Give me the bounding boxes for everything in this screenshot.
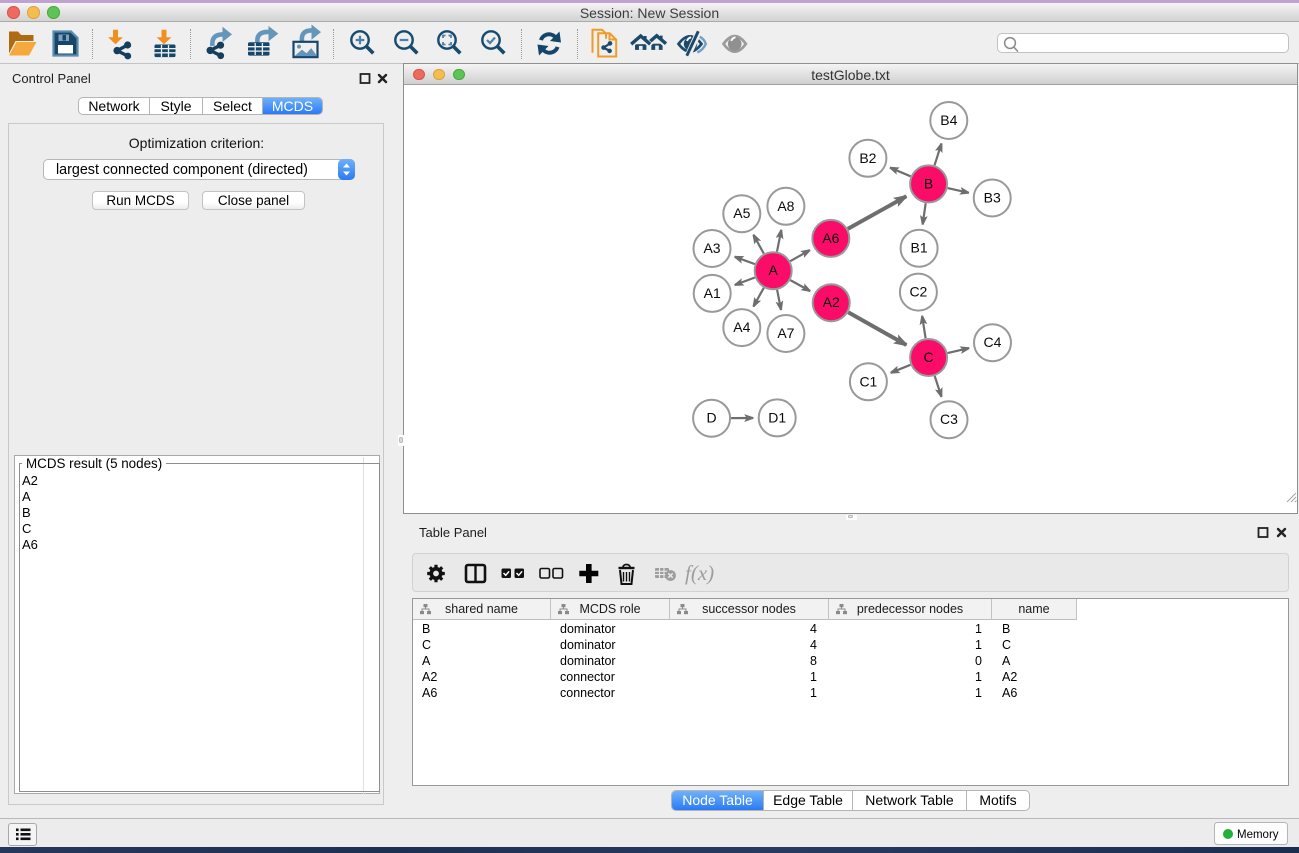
svg-text:C: C bbox=[924, 349, 934, 365]
svg-text:B: B bbox=[924, 175, 933, 191]
svg-text:B3: B3 bbox=[984, 190, 1001, 206]
svg-text:A5: A5 bbox=[733, 205, 750, 221]
svg-text:A8: A8 bbox=[777, 198, 794, 214]
svg-text:B2: B2 bbox=[859, 150, 876, 166]
svg-text:B1: B1 bbox=[911, 240, 928, 256]
svg-text:f(x): f(x) bbox=[685, 561, 714, 585]
svg-text:A7: A7 bbox=[777, 325, 794, 341]
svg-text:A2: A2 bbox=[823, 294, 840, 310]
svg-text:D1: D1 bbox=[768, 409, 786, 425]
svg-text:A6: A6 bbox=[822, 230, 839, 246]
svg-text:D: D bbox=[707, 410, 717, 426]
svg-text:C4: C4 bbox=[984, 334, 1002, 350]
svg-text:A1: A1 bbox=[704, 285, 721, 301]
svg-text:C3: C3 bbox=[940, 411, 958, 427]
svg-text:A4: A4 bbox=[733, 319, 750, 335]
svg-text:B4: B4 bbox=[940, 112, 957, 128]
svg-text:C1: C1 bbox=[859, 373, 877, 389]
svg-text:C2: C2 bbox=[909, 284, 927, 300]
svg-text:A3: A3 bbox=[703, 240, 720, 256]
svg-text:A: A bbox=[769, 262, 779, 278]
